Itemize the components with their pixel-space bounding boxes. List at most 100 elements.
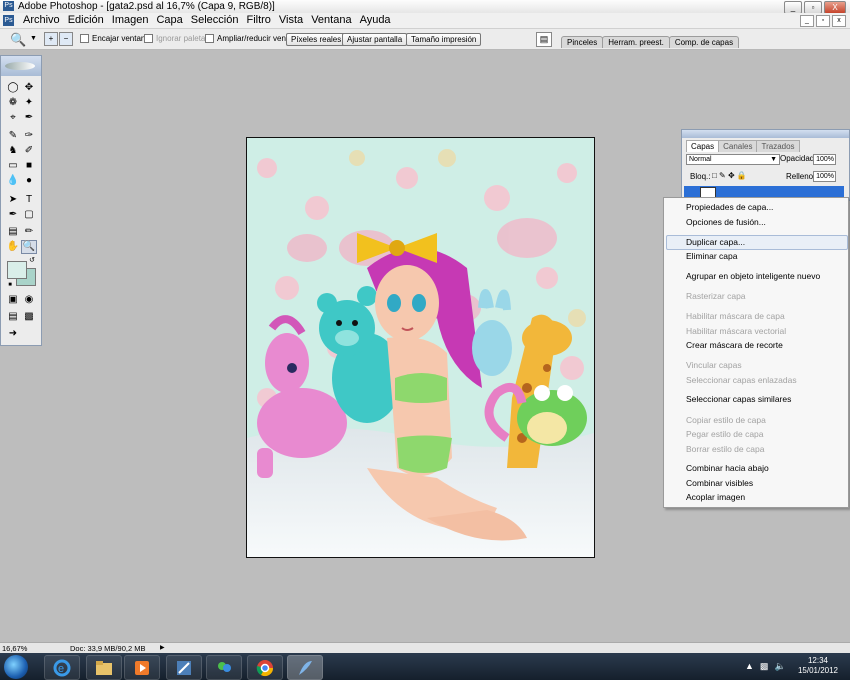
zoom-out-icon[interactable]: − — [59, 32, 73, 46]
notes-icon[interactable]: ▤ — [6, 226, 20, 238]
tab-canales[interactable]: Canales — [718, 140, 758, 152]
menu-item-seleccionar-capas-similares[interactable]: Seleccionar capas similares — [686, 393, 791, 405]
menu-capa[interactable]: Capa — [152, 14, 186, 27]
full-screen-mode-icon[interactable]: ▩ — [22, 311, 36, 323]
default-colors-icon[interactable]: ■ — [3, 279, 17, 291]
menu-ventana[interactable]: Ventana — [307, 14, 355, 27]
media-player-icon[interactable] — [124, 655, 160, 680]
lock-icons[interactable]: □ ✎ ✥ 🔒 — [712, 171, 747, 180]
tray-arrow-icon[interactable]: ▲ — [745, 661, 754, 672]
zoom-in-icon[interactable]: + — [44, 32, 58, 46]
path-selection-icon[interactable]: ➤ — [6, 194, 20, 206]
tab-comp-de-capas[interactable]: Comp. de capas — [668, 36, 740, 48]
lasso-icon[interactable]: ❁ — [6, 97, 20, 109]
marquee-icon[interactable]: ◯ — [6, 82, 20, 94]
menu-item-eliminar-capa[interactable]: Eliminar capa — [686, 250, 738, 262]
menu-item-opciones-de-fusion[interactable]: Opciones de fusión... — [686, 216, 766, 228]
dodge-icon[interactable]: ● — [22, 175, 36, 187]
doc-close-button[interactable]: x — [832, 15, 846, 27]
options-bar: 🔍 ▼ + − Encajar ventana Ignorar paletas … — [0, 29, 850, 50]
menu-vista[interactable]: Vista — [275, 14, 307, 27]
menu-filtro[interactable]: Filtro — [242, 14, 274, 27]
messenger-icon[interactable] — [206, 655, 242, 680]
menu-item-copiar-estilo: Copiar estilo de capa — [686, 415, 766, 425]
clock[interactable]: 12:34 15/01/2012 — [790, 656, 846, 676]
chrome-icon[interactable] — [247, 655, 283, 680]
menu-item-agrupar-objeto-inteligente[interactable]: Agrupar en objeto inteligente nuevo — [686, 270, 820, 282]
system-tray-icons[interactable]: ▲ ▩ 🔈 — [745, 661, 786, 672]
history-brush-icon[interactable]: ✐ — [22, 145, 36, 157]
eyedropper-icon[interactable]: ✏ — [22, 226, 36, 238]
healing-brush-icon[interactable]: ✎ — [6, 130, 20, 142]
checkbox-encajar-ventana[interactable]: Encajar ventana — [80, 34, 150, 43]
internet-explorer-icon[interactable]: e — [44, 655, 80, 680]
zoom-icon[interactable]: 🔍 — [21, 240, 37, 254]
crop-icon[interactable]: ⌖ — [6, 112, 20, 124]
toolbox-header[interactable] — [1, 56, 41, 76]
volume-icon[interactable]: 🔈 — [774, 661, 785, 672]
foreground-color-swatch[interactable] — [7, 261, 27, 279]
document-canvas[interactable] — [246, 137, 595, 558]
chevron-down-icon[interactable]: ▼ — [30, 35, 37, 42]
network-icon[interactable]: ▩ — [760, 661, 769, 672]
pen-icon[interactable]: ✒ — [6, 209, 20, 221]
imageready-icon[interactable]: ➜ — [6, 328, 20, 340]
windows-taskbar: e ▲ ▩ 🔈 12:34 15/01/2012 — [0, 653, 850, 680]
shape-icon[interactable]: ▢ — [22, 209, 36, 221]
palette-well-icon[interactable]: ▤ — [536, 32, 552, 47]
photoshop-icon[interactable] — [166, 655, 202, 680]
checkbox-box[interactable] — [205, 34, 214, 43]
menu-item-propiedades-de-capa[interactable]: Propiedades de capa... — [686, 201, 773, 213]
feather-app-icon[interactable] — [287, 655, 323, 680]
tab-capas[interactable]: Capas — [686, 140, 720, 152]
brush-icon[interactable]: ✑ — [22, 130, 36, 142]
menu-item-duplicar-capa[interactable]: Duplicar capa... — [686, 236, 745, 248]
checkbox-box[interactable] — [80, 34, 89, 43]
menu-ayuda[interactable]: Ayuda — [356, 14, 395, 27]
eraser-icon[interactable]: ▭ — [6, 160, 20, 172]
blend-mode-select[interactable]: Normal ▼ — [686, 154, 780, 165]
clone-stamp-icon[interactable]: ♞ — [6, 145, 20, 157]
ajustar-pantalla-button[interactable]: Ajustar pantalla — [342, 33, 408, 46]
standard-mode-icon[interactable]: ▣ — [6, 294, 20, 306]
tab-pinceles[interactable]: Pinceles — [561, 36, 604, 48]
layer-context-menu: Propiedades de capa... Opciones de fusió… — [663, 197, 849, 508]
checkbox-label: Ampliar/reducir vent. — [217, 34, 291, 43]
fill-field[interactable]: 100% — [813, 171, 836, 182]
explorer-icon[interactable] — [86, 655, 122, 680]
quick-mask-icon[interactable]: ◉ — [22, 294, 36, 306]
slice-icon[interactable]: ✒ — [22, 112, 36, 124]
menu-item-crear-mascara-recorte[interactable]: Crear máscara de recorte — [686, 339, 783, 351]
zoom-icon[interactable]: 🔍 — [10, 32, 26, 48]
move-icon[interactable]: ✥ — [22, 82, 36, 94]
blur-icon[interactable]: 💧 — [6, 175, 20, 187]
menu-seleccion[interactable]: Selección — [187, 14, 243, 27]
tamano-impresion-button[interactable]: Tamaño impresión — [406, 33, 482, 46]
swap-colors-icon[interactable]: ↺ — [25, 255, 39, 267]
screen-mode-icon[interactable]: ▤ — [6, 311, 20, 323]
svg-text:e: e — [58, 663, 64, 675]
checkbox-ampliar-reducir[interactable]: Ampliar/reducir vent. — [205, 34, 290, 43]
palette-title-bar[interactable] — [682, 130, 849, 138]
gradient-icon[interactable]: ■ — [22, 160, 36, 172]
doc-minimize-button[interactable]: _ — [800, 15, 814, 27]
menu-edicion[interactable]: Edición — [64, 14, 108, 27]
hand-icon[interactable]: ✋ — [6, 241, 20, 253]
clock-date: 15/01/2012 — [797, 666, 839, 675]
menu-item-combinar-hacia-abajo[interactable]: Combinar hacia abajo — [686, 462, 769, 474]
start-button[interactable] — [4, 655, 28, 679]
pixeles-reales-button[interactable]: Píxeles reales — [286, 33, 347, 46]
document-icon[interactable]: Ps — [3, 15, 14, 26]
type-icon[interactable]: T — [22, 194, 36, 206]
tab-herram-preest[interactable]: Herram. preest. — [602, 36, 670, 48]
menu-item-borrar-estilo: Borrar estilo de capa — [686, 444, 765, 454]
menu-item-seleccionar-capas-enlazadas: Seleccionar capas enlazadas — [686, 375, 797, 385]
magic-wand-icon[interactable]: ✦ — [22, 97, 36, 109]
tab-trazados[interactable]: Trazados — [756, 140, 800, 152]
menu-imagen[interactable]: Imagen — [108, 14, 153, 27]
opacity-field[interactable]: 100% — [813, 154, 836, 165]
menu-archivo[interactable]: Archivo — [19, 14, 64, 27]
doc-restore-button[interactable]: ▫ — [816, 15, 830, 27]
menu-item-combinar-visibles[interactable]: Combinar visibles — [686, 477, 753, 489]
menu-item-acoplar-imagen[interactable]: Acoplar imagen — [686, 491, 745, 503]
